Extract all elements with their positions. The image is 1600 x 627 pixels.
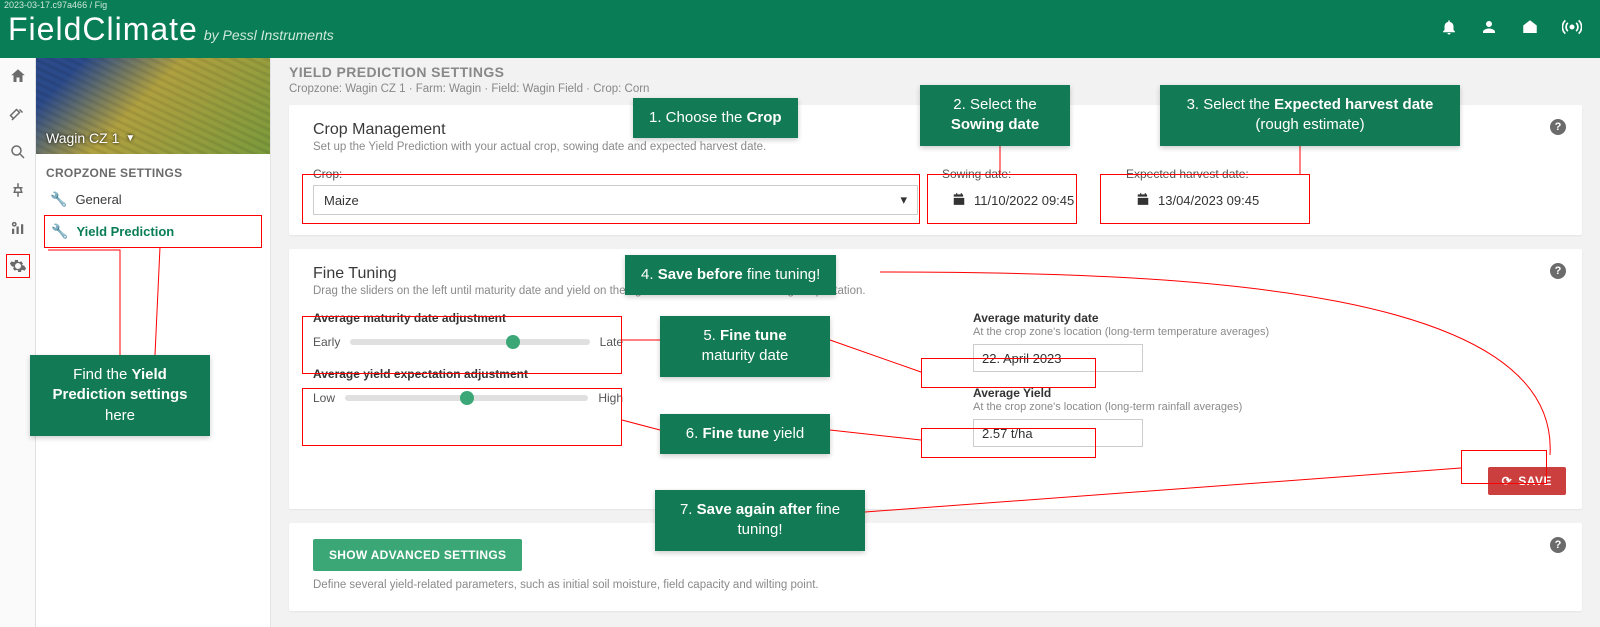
slider2-low: Low <box>313 391 335 405</box>
harvest-value: 13/04/2023 09:45 <box>1158 193 1259 208</box>
harvest-label: Expected harvest date: <box>1126 167 1326 181</box>
slider1-low: Early <box>313 335 340 349</box>
card-desc: Drag the sliders on the left until matur… <box>313 285 1558 297</box>
slider2-high: High <box>598 391 623 405</box>
out1-title: Average maturity date <box>973 311 1558 325</box>
topbar-right <box>1440 17 1582 42</box>
icon-rail <box>0 58 36 627</box>
build-tag: 2023-03-17.c97a466 / Fig <box>4 0 107 10</box>
callout-find: Find the Yield Prediction settings here <box>30 355 210 436</box>
help-icon[interactable]: ? <box>1550 263 1566 279</box>
broadcast-icon[interactable] <box>1562 17 1582 42</box>
calendar-icon <box>1136 192 1150 209</box>
crop-value: Maize <box>324 193 359 208</box>
card-fine-tuning: ? Fine Tuning Drag the sliders on the le… <box>289 249 1582 509</box>
wrench-icon: 🔧 <box>51 223 68 240</box>
sowing-value: 11/10/2022 09:45 <box>974 193 1074 208</box>
callout-7: 7. Save again after fine tuning! <box>655 490 865 551</box>
sidenav-label: General <box>75 192 121 207</box>
callout-5: 5. Fine tune maturity date <box>660 316 830 377</box>
logo-text: FieldClimate <box>8 11 198 48</box>
sidenav-label: Yield Prediction <box>76 224 174 239</box>
slider-maturity[interactable] <box>350 339 589 345</box>
help-icon[interactable]: ? <box>1550 119 1566 135</box>
sowing-date-input[interactable]: 11/10/2022 09:45 <box>942 185 1102 215</box>
gear-icon[interactable] <box>6 254 30 278</box>
help-icon[interactable]: ? <box>1550 537 1566 553</box>
search-icon[interactable] <box>6 140 30 164</box>
crop-label: Crop: <box>313 167 918 181</box>
barn-icon[interactable] <box>1520 18 1540 41</box>
sidenav-general[interactable]: 🔧 General <box>44 184 262 215</box>
harvest-date-input[interactable]: 13/04/2023 09:45 <box>1126 185 1306 215</box>
out2-sub: At the crop zone's location (long-term r… <box>973 401 1558 413</box>
logo: FieldClimate by Pessl Instruments <box>8 11 334 48</box>
slider2-title: Average yield expectation adjustment <box>313 367 623 381</box>
slider-yield[interactable] <box>345 395 588 401</box>
cropzone-name: Wagin CZ 1 <box>46 130 119 146</box>
cropzone-name-select[interactable]: Wagin CZ 1 ▼ <box>46 130 135 146</box>
save-label: SAVE <box>1518 474 1552 488</box>
chevron-down-icon: ▼ <box>125 133 135 144</box>
wrench-icon: 🔧 <box>50 191 67 208</box>
left-panel: Wagin CZ 1 ▼ CROPZONE SETTINGS 🔧 General… <box>36 58 271 627</box>
chevron-down-icon: ▾ <box>900 192 907 208</box>
bell-icon[interactable] <box>1440 18 1458 41</box>
sidenav-yield-prediction[interactable]: 🔧 Yield Prediction <box>44 215 262 248</box>
cropzone-thumbnail[interactable]: Wagin CZ 1 ▼ <box>36 58 270 154</box>
callout-3: 3. Select the Expected harvest date (rou… <box>1160 85 1460 146</box>
out1-field: 22. April 2023 <box>973 344 1143 372</box>
logo-byline: by Pessl Instruments <box>204 27 334 43</box>
crop-select[interactable]: Maize ▾ <box>313 185 918 215</box>
slider1-title: Average maturity date adjustment <box>313 311 623 325</box>
out2-title: Average Yield <box>973 386 1558 400</box>
user-icon[interactable] <box>1480 18 1498 41</box>
top-bar: 2023-03-17.c97a466 / Fig FieldClimate by… <box>0 0 1600 58</box>
left-section-title: CROPZONE SETTINGS <box>36 154 270 184</box>
sowing-label: Sowing date: <box>942 167 1102 181</box>
side-nav: 🔧 General 🔧 Yield Prediction <box>36 184 270 248</box>
callout-1: 1. Choose the Crop <box>633 98 798 138</box>
home-icon[interactable] <box>6 64 30 88</box>
callout-2: 2. Select the Sowing date <box>920 85 1070 146</box>
card-advanced: ? SHOW ADVANCED SETTINGS Define several … <box>289 523 1582 611</box>
refresh-icon: ⟳ <box>1502 474 1513 488</box>
callout-6: 6. Fine tune yield <box>660 414 830 454</box>
callout-4: 4. Save before fine tuning! <box>625 255 836 295</box>
pushpin-icon[interactable] <box>6 178 30 202</box>
page-title: YIELD PREDICTION SETTINGS <box>289 64 1582 80</box>
out2-field: 2.57 t/ha <box>973 419 1143 447</box>
out1-sub: At the crop zone's location (long-term t… <box>973 326 1558 338</box>
save-button[interactable]: ⟳ SAVE <box>1488 467 1566 495</box>
chart-icon[interactable] <box>6 216 30 240</box>
calendar-icon <box>952 192 966 209</box>
card-title: Fine Tuning <box>313 265 1558 283</box>
sat-icon[interactable] <box>6 102 30 126</box>
show-advanced-button[interactable]: SHOW ADVANCED SETTINGS <box>313 539 522 571</box>
adv-desc: Define several yield-related parameters,… <box>313 579 1558 591</box>
slider1-high: Late <box>600 335 623 349</box>
